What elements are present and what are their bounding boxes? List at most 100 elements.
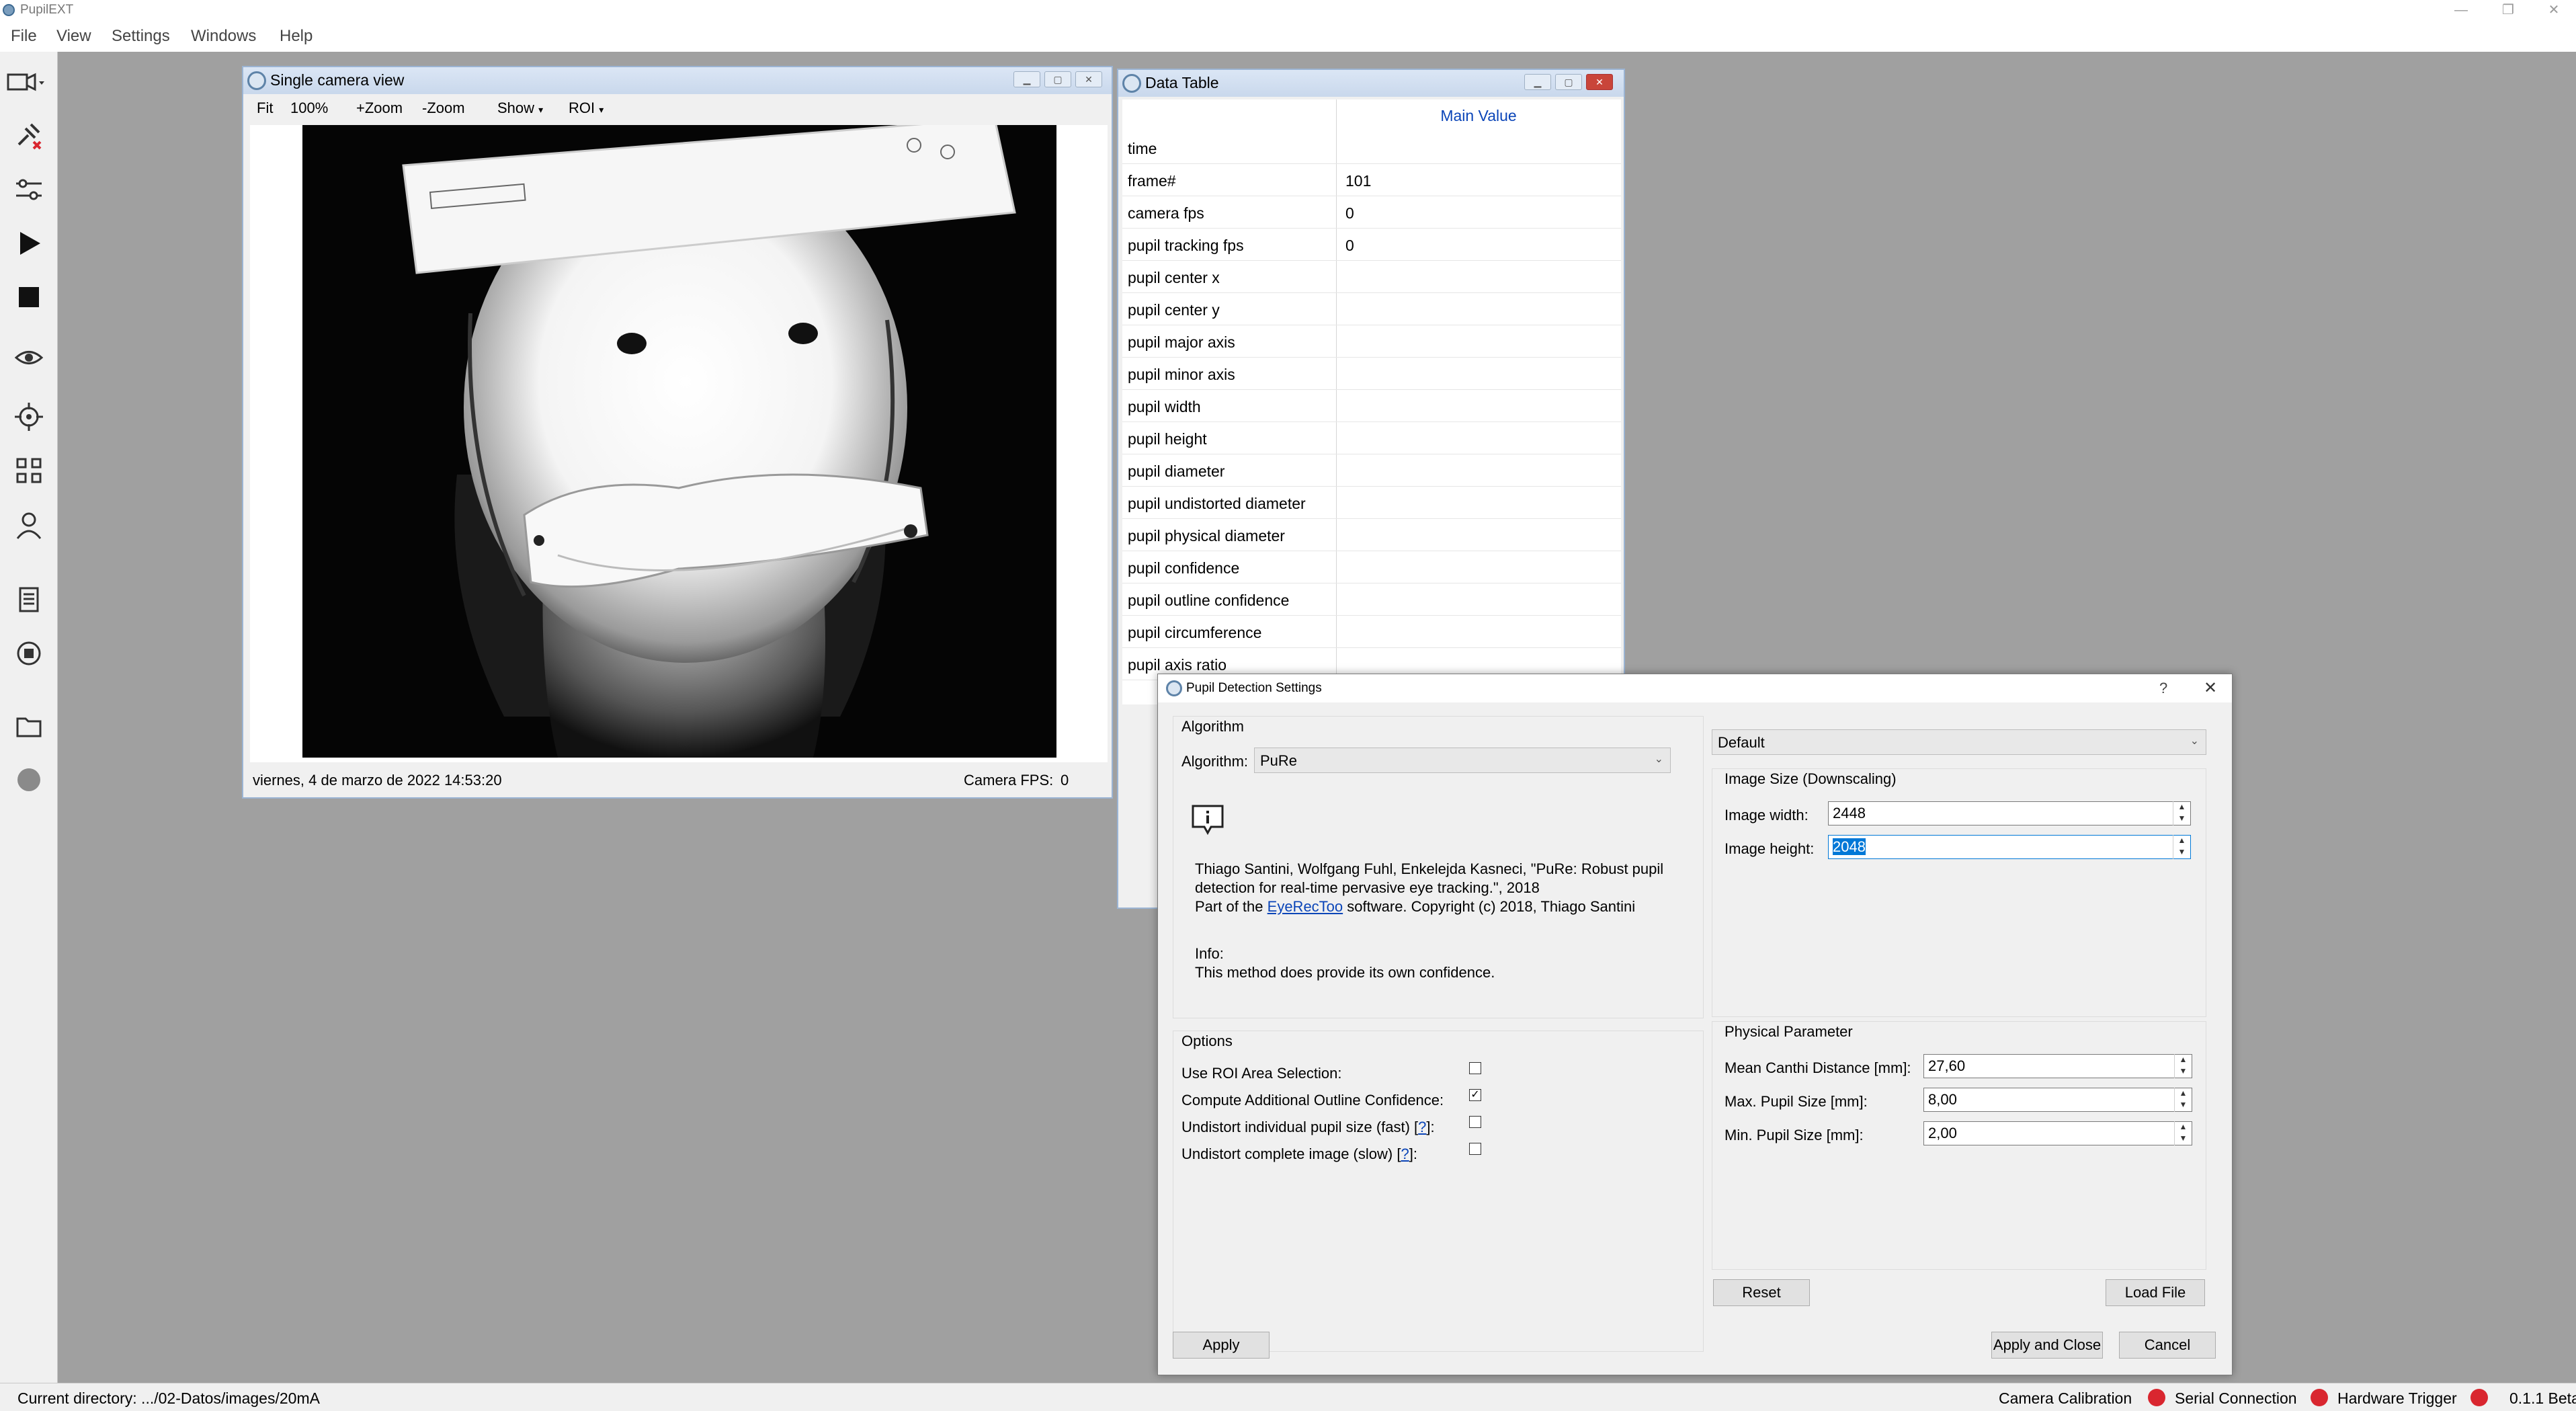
close-icon[interactable]: ✕	[1075, 71, 1102, 87]
image-size-group-title: Image Size (Downscaling)	[1725, 770, 1897, 787]
min-pupil-size-value: 2,00	[1928, 1125, 1957, 1141]
close-icon[interactable]: ✕	[2204, 678, 2217, 698]
maximize-icon[interactable]: ▢	[1044, 71, 1071, 87]
eyerectoo-link[interactable]: EyeRecToo	[1268, 898, 1343, 915]
table-row: pupil outline confidence	[1122, 583, 1621, 616]
row-label: pupil width	[1128, 398, 1201, 415]
window-icon	[247, 71, 266, 90]
row-label: pupil diameter	[1128, 462, 1225, 480]
image-width-label: Image width:	[1725, 807, 1809, 823]
chevron-down-icon: ⌄	[2190, 735, 2199, 747]
max-pupil-size-field[interactable]: 8,00 ▲ ▼	[1923, 1088, 2192, 1112]
zoom-in-button[interactable]: +Zoom	[351, 97, 408, 120]
log-file-icon[interactable]	[13, 584, 44, 615]
camera-select-icon[interactable]	[5, 67, 46, 97]
menu-windows[interactable]: Windows	[191, 27, 256, 46]
apply-button[interactable]: Apply	[1173, 1332, 1270, 1359]
undistort-slow-option: Undistort complete image (slow) [?]:	[1181, 1145, 1417, 1162]
row-label: time	[1128, 140, 1157, 157]
open-folder-icon[interactable]	[13, 711, 44, 741]
max-pupil-size-spinner[interactable]: ▲ ▼	[2174, 1088, 2192, 1112]
record-image-icon[interactable]	[13, 638, 44, 669]
reset-button[interactable]: Reset	[1713, 1279, 1810, 1306]
min-pupil-size-spinner[interactable]: ▲ ▼	[2174, 1121, 2192, 1145]
calibration-icon[interactable]	[13, 455, 44, 486]
preset-value: Default	[1718, 734, 1765, 751]
roi-dropdown[interactable]: ROI ▾	[563, 97, 609, 120]
minimize-icon[interactable]: —	[2441, 0, 2481, 21]
camera-image	[302, 125, 1056, 758]
connect-camera-icon[interactable]	[13, 119, 44, 150]
load-file-button[interactable]: Load File	[2106, 1279, 2205, 1306]
checkmark-icon: ✓	[1470, 1089, 1480, 1100]
cancel-button[interactable]: Cancel	[2119, 1332, 2216, 1359]
camera-toolbar: Fit 100% +Zoom -Zoom Show ▾ ROI ▾	[251, 97, 1105, 124]
algorithm-label: Algorithm:	[1181, 753, 1249, 770]
preset-select[interactable]: Default ⌄	[1712, 729, 2206, 755]
camera-view[interactable]	[250, 125, 1108, 762]
maximize-icon[interactable]: ▢	[1555, 74, 1582, 90]
canthi-distance-field[interactable]: 27,60 ▲ ▼	[1923, 1054, 2192, 1078]
undistort-slow-checkbox[interactable]	[1469, 1143, 1481, 1155]
max-pupil-size-label: Max. Pupil Size [mm]:	[1725, 1093, 1868, 1110]
target-icon[interactable]	[13, 401, 44, 432]
row-label: pupil minor axis	[1128, 366, 1235, 383]
canthi-distance-spinner[interactable]: ▲ ▼	[2174, 1054, 2192, 1078]
zoom-out-button[interactable]: -Zoom	[417, 97, 470, 120]
minimize-icon[interactable]: ▁	[1013, 71, 1040, 87]
table-row: pupil physical diameter	[1122, 519, 1621, 551]
subject-icon[interactable]	[13, 510, 44, 541]
stop-icon[interactable]	[13, 282, 44, 313]
table-row: pupil undistorted diameter	[1122, 487, 1621, 519]
image-width-spinner[interactable]: ▲ ▼	[2173, 801, 2190, 825]
pupil-detection-settings-dialog: Pupil Detection Settings ? ✕ Algorithm A…	[1157, 674, 2233, 1375]
window-icon	[1122, 74, 1141, 93]
app-title: PupilEXT	[20, 3, 74, 17]
max-pupil-size-value: 8,00	[1928, 1091, 1957, 1108]
status-bar: Current directory: .../02-Datos/images/2…	[0, 1383, 2576, 1411]
undistort-fast-checkbox[interactable]	[1469, 1116, 1481, 1128]
capture-datetime: viernes, 4 de marzo de 2022 14:53:20	[253, 772, 502, 789]
table-row: frame# 101	[1122, 164, 1621, 196]
row-label: pupil center x	[1128, 269, 1220, 286]
help-link[interactable]: ?	[1401, 1145, 1409, 1162]
help-icon[interactable]: ?	[2159, 680, 2167, 697]
camera-statusbar: viernes, 4 de marzo de 2022 14:53:20 Cam…	[243, 764, 1112, 797]
record-icon[interactable]	[13, 764, 44, 795]
info-icon	[1192, 805, 1224, 835]
min-pupil-size-field[interactable]: 2,00 ▲ ▼	[1923, 1121, 2192, 1145]
restore-icon[interactable]: ❐	[2488, 0, 2528, 21]
undistort-fast-option: Undistort individual pupil size (fast) […	[1181, 1119, 1435, 1135]
option-label: Undistort individual pupil size (fast)	[1181, 1119, 1410, 1135]
zoom-100-button[interactable]: 100%	[285, 97, 333, 120]
eye-tracking-icon[interactable]	[13, 342, 44, 373]
play-icon[interactable]	[13, 228, 44, 259]
image-width-field[interactable]: 2448 ▲ ▼	[1828, 801, 2191, 825]
menu-settings[interactable]: Settings	[112, 27, 170, 46]
close-icon[interactable]: ✕	[1586, 74, 1613, 90]
apply-and-close-button[interactable]: Apply and Close	[1991, 1332, 2103, 1359]
row-label: frame#	[1128, 172, 1176, 190]
help-link[interactable]: ?	[1418, 1119, 1426, 1135]
hardware-trigger-indicator	[2470, 1389, 2488, 1406]
camera-frame-illustration	[302, 125, 1056, 758]
outline-confidence-checkbox[interactable]: ✓	[1469, 1089, 1481, 1101]
image-height-field[interactable]: 2048 ▲ ▼	[1828, 835, 2191, 859]
close-icon[interactable]: ✕	[2534, 0, 2574, 21]
min-pupil-size-label: Min. Pupil Size [mm]:	[1725, 1127, 1864, 1143]
minimize-icon[interactable]: ▁	[1524, 74, 1551, 90]
physical-parameter-group: Physical Parameter Mean Canthi Distance …	[1712, 1021, 2206, 1270]
table-row: pupil circumference	[1122, 616, 1621, 648]
options-group: Options Use ROI Area Selection: Compute …	[1173, 1031, 1704, 1352]
fit-button[interactable]: Fit	[251, 97, 278, 120]
row-label: pupil outline confidence	[1128, 592, 1290, 609]
algorithm-select[interactable]: PuRe ⌄	[1254, 748, 1671, 773]
image-height-spinner[interactable]: ▲ ▼	[2173, 835, 2190, 859]
menu-help[interactable]: Help	[280, 27, 313, 46]
menu-view[interactable]: View	[56, 27, 91, 46]
use-roi-checkbox[interactable]	[1469, 1062, 1481, 1074]
camera-settings-icon[interactable]	[13, 174, 44, 205]
menu-file[interactable]: File	[11, 27, 37, 46]
dialog-titlebar: Pupil Detection Settings ? ✕	[1158, 674, 2232, 702]
show-dropdown[interactable]: Show ▾	[492, 97, 548, 120]
